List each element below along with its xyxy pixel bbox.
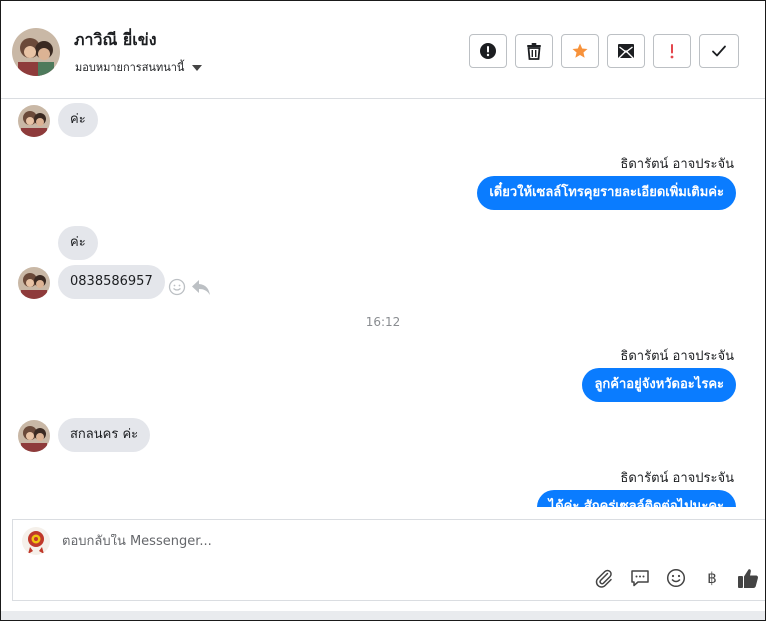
contact-avatar[interactable] [12, 28, 60, 76]
timestamp-divider: 16:12 [365, 315, 401, 329]
attach-file-button[interactable] [593, 567, 615, 589]
assign-label: มอบหมายการสนทนานี้ [75, 61, 185, 74]
star-icon [572, 43, 588, 58]
incoming-message[interactable]: 0838586957 [58, 265, 165, 299]
reply-input[interactable] [62, 534, 562, 549]
footer-strip [1, 611, 765, 620]
caret-down-icon [192, 64, 203, 71]
like-button[interactable] [737, 567, 759, 589]
thumbs-up-icon [738, 569, 758, 588]
page-avatar [22, 527, 50, 555]
star-button[interactable] [561, 34, 599, 68]
sender-name: ธิดารัตน์ อาจประจัน [620, 471, 734, 486]
contact-avatar-small[interactable] [18, 267, 50, 299]
incoming-message[interactable]: สกลนคร ค่ะ [58, 418, 151, 452]
saved-replies-button[interactable] [629, 567, 651, 589]
outgoing-message[interactable]: ได้ค่ะ สักครู่เซลล์ติดต่อไปนะคะ [536, 490, 736, 507]
spam-button[interactable] [469, 34, 507, 68]
assign-conversation-dropdown[interactable]: มอบหมายการสนทนานี้ [75, 58, 203, 76]
sender-name: ธิดารัตน์ อาจประจัน [620, 349, 734, 364]
check-icon [712, 45, 726, 57]
sender-name: ธิดารัตน์ อาจประจัน [620, 157, 734, 172]
conversation-header: ภาวิณี ยี่เข่ง มอบหมายการสนทนานี้ [1, 1, 765, 99]
trash-icon [527, 43, 541, 60]
done-button[interactable] [699, 34, 739, 68]
smiley-icon [666, 568, 686, 588]
message-thread[interactable]: ค่ะ ธิดารัตน์ อาจประจัน เดี๋ยวให้เซลล์โท… [1, 99, 765, 507]
mark-unread-button[interactable] [607, 34, 645, 68]
emoji-button[interactable] [665, 567, 687, 589]
exclamation-icon [670, 44, 674, 59]
contact-avatar-small[interactable] [18, 105, 50, 137]
reply-arrow-icon[interactable] [191, 278, 211, 300]
outgoing-message[interactable]: ลูกค้าอยู่จังหวัดอะไรคะ [582, 368, 736, 402]
baht-icon: ฿ [707, 569, 717, 587]
follow-up-button[interactable] [653, 34, 691, 68]
incoming-message[interactable]: ค่ะ [58, 226, 98, 260]
envelope-icon [618, 44, 634, 59]
payment-button[interactable]: ฿ [701, 567, 723, 589]
outgoing-message[interactable]: เดี๋ยวให้เซลล์โทรคุยรายละเอียดเพิ่มเติมค… [477, 176, 736, 210]
reply-composer: ฿ [12, 519, 765, 601]
chat-bubble-icon [631, 570, 649, 587]
delete-button[interactable] [515, 34, 553, 68]
incoming-message[interactable]: ค่ะ [58, 103, 98, 137]
header-actions [469, 34, 739, 68]
paperclip-icon [595, 569, 612, 588]
conversation-window: ภาวิณี ยี่เข่ง มอบหมายการสนทนานี้ ค่ะ ธิ… [0, 0, 766, 621]
contact-avatar-small[interactable] [18, 420, 50, 452]
composer-tools: ฿ [593, 567, 759, 589]
alert-circle-icon [480, 43, 496, 59]
react-emoji-icon[interactable] [168, 278, 186, 300]
contact-name: ภาวิณี ยี่เข่ง [74, 30, 157, 49]
